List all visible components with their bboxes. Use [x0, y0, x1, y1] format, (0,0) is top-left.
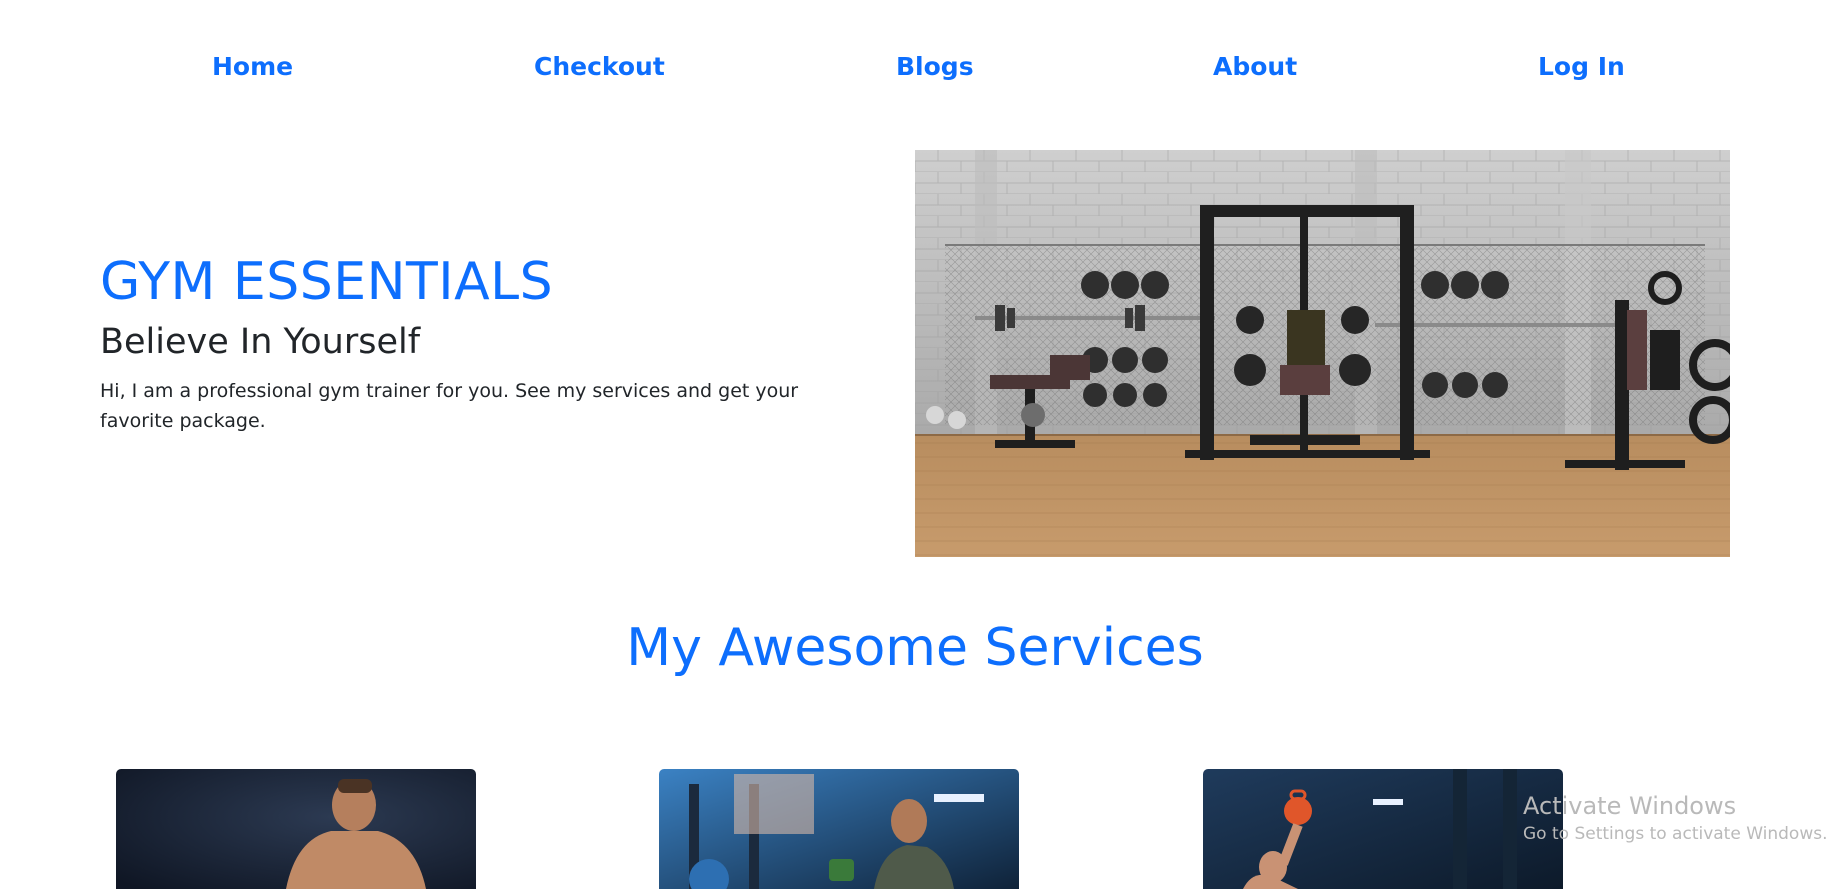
services-heading: My Awesome Services	[626, 618, 1204, 678]
hero-subtitle: Believe In Yourself	[100, 322, 421, 362]
service-card-image-1	[116, 769, 476, 889]
hero-description: Hi, I am a professional gym trainer for …	[100, 380, 799, 432]
gym-hero-image	[915, 150, 1730, 557]
hero-title: GYM ESSENTIALS	[100, 252, 554, 312]
nav-home-link[interactable]: Home	[212, 52, 293, 81]
service-card-image-3	[1203, 769, 1563, 889]
watermark-subtitle: Go to Settings to activate Windows.	[1523, 824, 1828, 844]
activate-windows-watermark: Activate Windows Go to Settings to activ…	[1523, 792, 1828, 844]
top-navbar: Home Checkout Blogs About Log In	[0, 52, 1845, 92]
nav-checkout-link[interactable]: Checkout	[534, 52, 665, 81]
nav-blogs-link[interactable]: Blogs	[896, 52, 974, 81]
watermark-title: Activate Windows	[1523, 792, 1737, 820]
nav-about-link[interactable]: About	[1213, 52, 1297, 81]
nav-login-link[interactable]: Log In	[1538, 52, 1625, 81]
service-card-image-2	[659, 769, 1019, 889]
